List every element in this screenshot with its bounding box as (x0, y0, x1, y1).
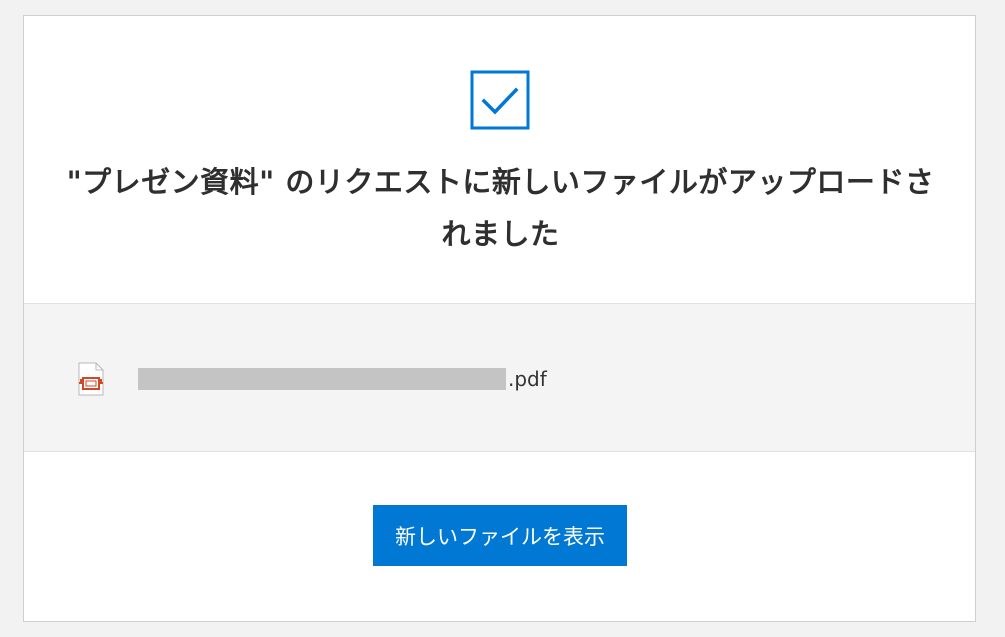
checkbox-checked-icon (470, 70, 530, 130)
powerpoint-file-icon (78, 362, 104, 396)
file-extension: .pdf (508, 367, 547, 391)
view-new-files-button[interactable]: 新しいファイルを表示 (373, 505, 627, 566)
page-title: "プレゼン資料" のリクエストに新しいファイルがアップロードされました (66, 165, 935, 251)
notification-footer: 新しいファイルを表示 (24, 452, 975, 621)
file-name: .pdf (138, 366, 547, 392)
notification-header: "プレゼン資料" のリクエストに新しいファイルがアップロードされました (24, 16, 975, 304)
uploaded-file-item[interactable]: .pdf (24, 304, 975, 452)
notification-card: "プレゼン資料" のリクエストに新しいファイルがアップロードされました .pdf… (23, 15, 976, 622)
redacted-file-name (138, 368, 506, 390)
